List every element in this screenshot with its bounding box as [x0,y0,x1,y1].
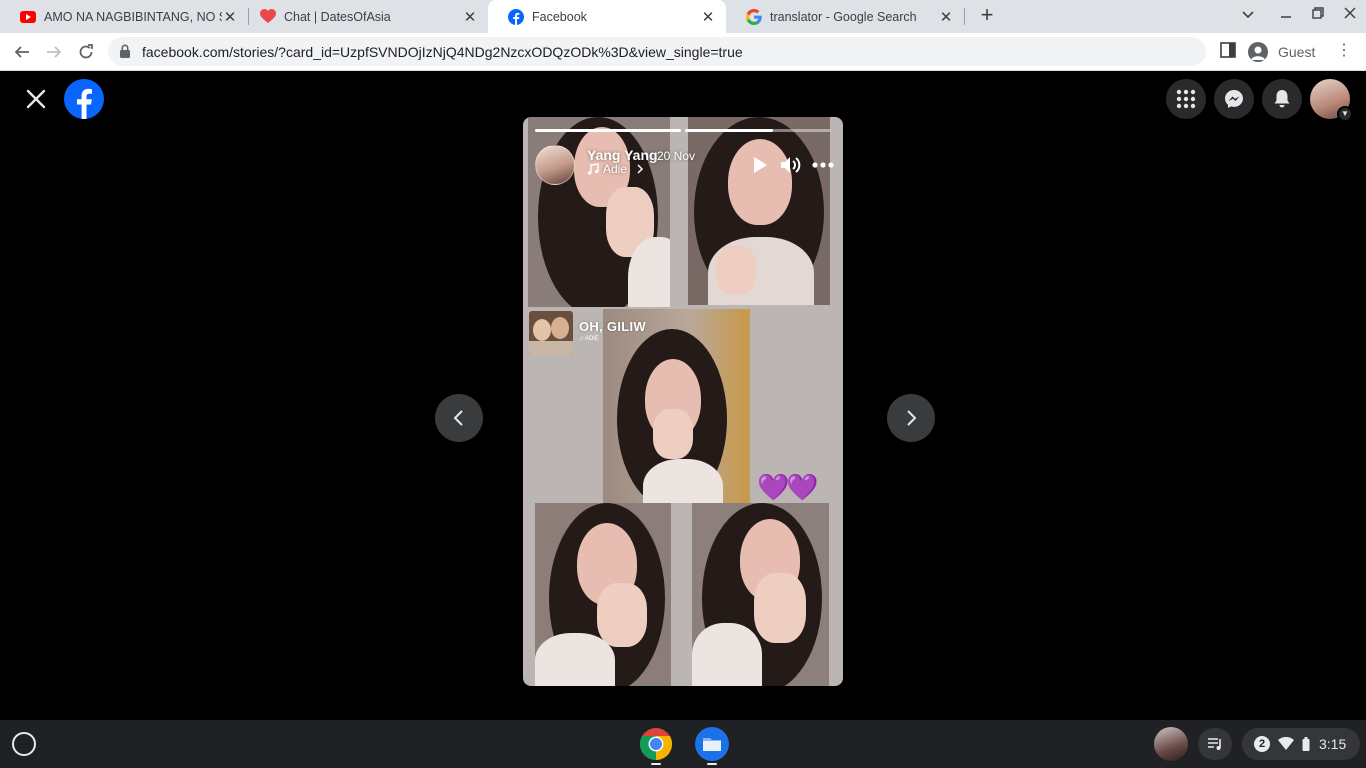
play-icon[interactable] [748,153,772,177]
app-running-indicator [651,763,661,765]
tab-title: Facebook [532,9,587,24]
clock: 3:15 [1319,736,1347,752]
side-panel-icon[interactable] [1220,42,1236,58]
address-bar[interactable]: facebook.com/stories/?card_id=UzpfSVNDOj… [108,37,1206,66]
story-music-label: Adie [603,162,628,176]
story-card[interactable]: OH, GILIW ♫ ADIE 💜💜 Yang Yang 20 Nov Adi… [523,117,843,686]
reload-icon[interactable] [74,40,98,64]
browser-menu-icon[interactable]: ⋮ [1336,41,1352,61]
media-controls-icon[interactable] [1198,728,1232,760]
app-running-indicator [707,763,717,765]
chevron-down-icon[interactable]: ▼ [1337,106,1353,122]
chrome-app-icon[interactable] [639,727,673,761]
close-tab-icon[interactable]: ✕ [938,8,954,26]
os-shelf: 2 3:15 [0,720,1366,768]
messenger-icon[interactable] [1214,79,1254,119]
tab-strip: AMO NA NAGBIBINTANG, NO SH ✕ Chat | Date… [0,0,1366,33]
profile-label: Guest [1278,43,1316,60]
story-viewer-page: ▼ OH, GILIW ♫ ADIE 💜💜 Yang Yang 20 Nov A… [0,71,1366,720]
url-text[interactable]: facebook.com/stories/?card_id=UzpfSVNDOj… [142,44,743,60]
music-note-icon [588,163,599,175]
bell-icon[interactable] [1262,79,1302,119]
chevron-left-icon [453,410,463,426]
previous-story-button[interactable] [435,394,483,442]
song-cover-art[interactable] [529,311,573,355]
forward-arrow-icon[interactable] [42,40,66,64]
profile-button[interactable]: Guest [1242,37,1326,66]
song-title[interactable]: OH, GILIW [579,319,646,334]
google-icon [746,8,762,25]
more-options-icon[interactable] [811,153,835,177]
story-photo [692,503,829,686]
chevron-right-icon [637,164,644,174]
system-tray[interactable]: 2 3:15 [1242,728,1360,760]
heart-icon [260,9,276,25]
story-progress-fill [535,129,681,132]
chevron-right-icon [907,410,917,426]
lock-icon[interactable] [120,44,130,58]
menu-grid-icon[interactable] [1166,79,1206,119]
youtube-icon [20,9,36,25]
tab-title: Chat | DatesOfAsia [284,9,391,24]
story-music-link[interactable]: Adie [587,162,645,176]
guest-avatar-icon [1248,41,1268,62]
song-artist: ♫ ADIE [579,336,599,342]
wifi-icon [1278,737,1294,750]
battery-icon [1302,737,1310,751]
story-progress-bar [535,129,681,132]
facebook-logo-icon[interactable] [64,79,104,119]
close-tab-icon[interactable]: ✕ [222,8,238,26]
close-tab-icon[interactable]: ✕ [700,8,716,26]
next-story-button[interactable] [887,394,935,442]
user-avatar[interactable] [1154,727,1188,761]
minimize-icon[interactable] [1276,6,1296,22]
tab-facebook[interactable]: Facebook ✕ [488,0,726,33]
files-app-icon[interactable] [695,727,729,761]
volume-icon[interactable] [779,153,803,177]
launcher-icon[interactable] [12,732,36,756]
tab-google[interactable]: translator - Google Search ✕ [726,0,964,33]
story-photo [535,503,671,686]
close-tab-icon[interactable]: ✕ [462,8,478,26]
back-arrow-icon[interactable] [10,40,34,64]
tab-youtube[interactable]: AMO NA NAGBIBINTANG, NO SH ✕ [0,0,248,33]
tab-title: translator - Google Search [770,9,917,24]
tab-search-chevron-icon[interactable] [1238,6,1258,22]
story-photo [603,309,750,503]
story-progress-bar [685,129,831,132]
window-close-icon[interactable] [1340,6,1360,22]
tab-datesofasia[interactable]: Chat | DatesOfAsia ✕ [240,0,488,33]
tab-divider [964,8,965,25]
purple-heart-stickers: 💜💜 [757,472,819,502]
story-photo [688,117,830,305]
notification-count-badge: 2 [1254,736,1270,752]
story-progress-fill [685,129,773,132]
tab-title: AMO NA NAGBIBINTANG, NO SH [44,9,222,24]
browser-toolbar: facebook.com/stories/?card_id=UzpfSVNDOj… [0,33,1366,71]
story-author-avatar[interactable] [535,145,575,185]
account-avatar[interactable]: ▼ [1310,79,1353,122]
facebook-icon [508,8,524,25]
restore-icon[interactable] [1308,6,1328,22]
close-icon[interactable] [22,85,50,113]
new-tab-plus-icon[interactable]: + [976,4,998,28]
story-author-name[interactable]: Yang Yang [587,147,658,163]
story-date: 20 Nov [657,149,696,163]
